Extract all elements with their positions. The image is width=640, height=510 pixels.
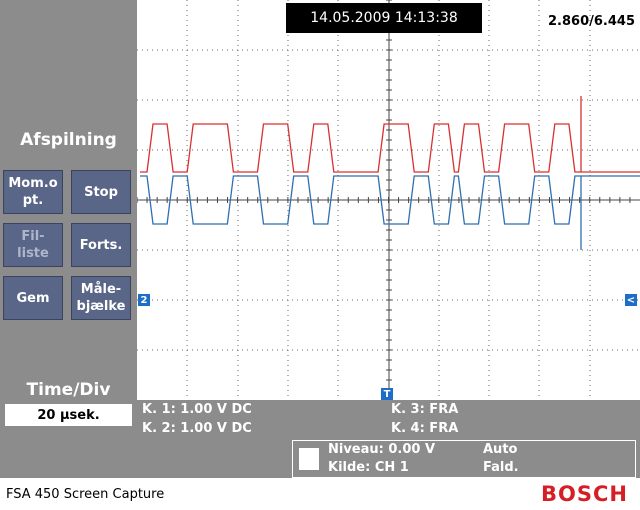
channel1-trace [140,123,640,173]
channel2-marker[interactable]: 2 [138,294,150,306]
measure-bar-button[interactable]: Måle- bjælke [71,276,131,320]
footer: FSA 450 Screen Capture BOSCH [0,478,640,510]
stop-button[interactable]: Stop [71,170,131,214]
oscilloscope-screen: Afspilning Mom.o pt. Stop Fil- liste For… [0,0,640,478]
footer-label: FSA 450 Screen Capture [6,487,165,502]
channel2-setting[interactable]: K. 2: 1.00 V DC [142,421,252,436]
waveform-canvas [137,0,640,400]
snapshot-button[interactable]: Mom.o pt. [3,170,63,214]
trigger-mode: Auto [483,442,518,457]
control-panel: Afspilning Mom.o pt. Stop Fil- liste For… [0,0,137,478]
channel1-setting[interactable]: K. 1: 1.00 V DC [142,402,252,417]
channel3-setting[interactable]: K. 3: FRA [391,402,458,417]
trigger-settings[interactable]: Niveau: 0.00 V Kilde: CH 1 Auto Fald. [292,440,636,478]
brand-logo: BOSCH [541,482,628,506]
section-title: Afspilning [20,130,117,150]
cursor-readout: 2.860/6.445 [548,14,635,29]
continue-button[interactable]: Forts. [71,223,131,267]
trigger-slope: Fald. [483,460,519,475]
waveform-plot[interactable]: 2 < T [137,0,640,400]
save-button[interactable]: Gem [3,276,63,320]
timediv-label: Time/Div [26,380,111,400]
file-list-button[interactable]: Fil- liste [3,223,63,267]
trigger-swatch [299,448,319,470]
offscreen-arrow-marker[interactable]: < [625,294,637,306]
trigger-marker[interactable]: T [381,388,393,400]
trigger-level: Niveau: 0.00 V [328,442,436,457]
datetime-display: 14.05.2009 14:13:38 [286,3,482,33]
timediv-value[interactable]: 20 µsek. [5,404,132,426]
trigger-source: Kilde: CH 1 [328,460,409,475]
channel4-setting[interactable]: K. 4: FRA [391,421,458,436]
